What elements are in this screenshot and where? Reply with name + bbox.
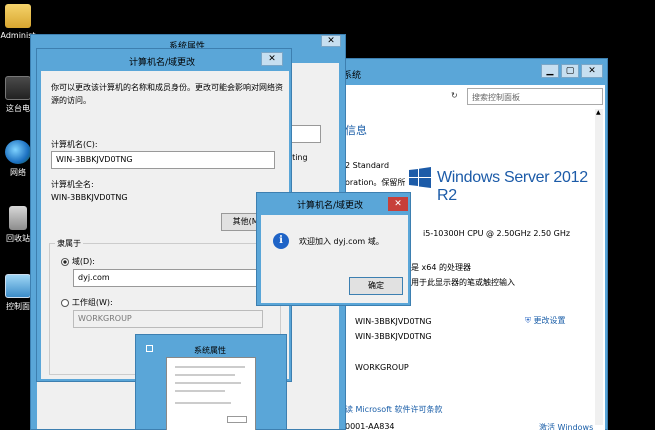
windows-edition: 2 Standard xyxy=(345,161,390,170)
radio-unselected-icon xyxy=(61,298,69,307)
domain-input[interactable]: dyj.com xyxy=(73,269,273,287)
workgroup-value: WORKGROUP xyxy=(355,363,409,372)
copyright-text: oration。保留所 xyxy=(345,178,406,187)
computer-name-dialog-content: 你可以更改该计算机的名称和成员身份。更改可能会影响对网络资源的访问。 计算机名(… xyxy=(41,71,289,379)
thumbnail-line xyxy=(175,366,245,368)
domain-value: dyj.com xyxy=(78,273,110,282)
close-button[interactable]: ✕ xyxy=(261,52,283,66)
workgroup-label: 工作组(W): xyxy=(71,298,113,307)
processor-value: i5-10300H CPU @ 2.50GHz 2.50 GHz xyxy=(423,229,571,238)
change-settings-label: 更改设置 xyxy=(533,316,566,325)
thumbnail-line xyxy=(175,374,235,376)
full-name-label: 计算机全名: xyxy=(51,180,94,189)
member-of-label: 隶属于 xyxy=(55,238,83,249)
info-icon: i xyxy=(273,233,289,249)
computer-icon xyxy=(5,76,31,100)
scroll-up-icon[interactable]: ▲ xyxy=(596,109,601,116)
computer-name-value: WIN-3BBKJVD0TNG xyxy=(56,155,133,164)
thumbnail-line xyxy=(175,402,231,404)
full-name-value: WIN-3BBKJVD0TNG xyxy=(51,193,128,202)
thumbnail-line xyxy=(175,382,241,384)
window-app-icon xyxy=(146,345,153,352)
thumbnail-title: 系统属性 xyxy=(194,346,226,355)
computer-name-label: 计算机名(C): xyxy=(51,140,98,149)
control-panel-icon xyxy=(5,274,31,298)
workgroup-radio[interactable]: 工作组(W): xyxy=(61,297,113,308)
close-icon: ✕ xyxy=(588,66,596,76)
computer-name-value: WIN-3BBKJVD0TNG xyxy=(355,317,432,326)
close-button[interactable]: ✕ xyxy=(388,197,408,211)
thumbnail-line xyxy=(175,390,225,392)
system-type-value: 是 x64 的处理器 xyxy=(411,263,471,272)
activate-windows-link[interactable]: 激活 Windows xyxy=(539,422,593,430)
search-placeholder: 搜索控制面板 xyxy=(472,93,520,102)
close-button[interactable]: ✕ xyxy=(581,64,603,78)
thumbnail-snapshot xyxy=(166,357,256,430)
refresh-icon[interactable]: ↻ xyxy=(451,91,458,100)
close-icon: ✕ xyxy=(327,36,335,46)
workgroup-value: WORKGROUP xyxy=(78,314,132,323)
scrollbar[interactable]: ▲ xyxy=(595,109,603,425)
dialog-title: 计算机名/域更改 xyxy=(129,58,196,68)
ok-button[interactable]: 确定 xyxy=(349,277,403,295)
close-button[interactable]: ✕ xyxy=(321,35,341,47)
section-heading: 信息 xyxy=(345,124,367,137)
computer-name-input[interactable]: WIN-3BBKJVD0TNG xyxy=(51,151,275,169)
network-icon xyxy=(5,140,31,164)
minimize-button[interactable]: ▁ xyxy=(541,64,559,78)
workgroup-input[interactable]: WORKGROUP xyxy=(73,310,263,328)
computer-name-dialog: 计算机名/域更改 ✕ 你可以更改该计算机的名称和成员身份。更改可能会影响对网络资… xyxy=(36,48,292,382)
full-name-value: WIN-3BBKJVD0TNG xyxy=(355,332,432,341)
pen-touch-value: 用于此显示器的笔或触控输入 xyxy=(411,278,515,287)
license-terms-link[interactable]: 读 Microsoft 软件许可条款 xyxy=(345,404,443,415)
windows-server-logo: Windows Server 2012 R2 xyxy=(409,167,609,204)
radio-selected-icon xyxy=(61,257,69,266)
domain-radio[interactable]: 域(D): xyxy=(61,256,95,267)
dialog-title: 计算机名/域更改 xyxy=(297,201,364,211)
intro-text: 你可以更改该计算机的名称和成员身份。更改可能会影响对网络资源的访问。 xyxy=(51,83,283,105)
welcome-message: 欢迎加入 dyj.com 域。 xyxy=(299,237,384,246)
close-icon: ✕ xyxy=(394,199,402,209)
change-settings-link[interactable]: ⛨ 更改设置 xyxy=(525,315,566,326)
thumbnail-button xyxy=(227,416,247,423)
welcome-message-box: 计算机名/域更改 ✕ i 欢迎加入 dyj.com 域。 确定 xyxy=(256,192,411,306)
windows-logo-icon xyxy=(409,167,431,188)
shield-icon: ⛨ xyxy=(525,316,531,325)
folder-icon xyxy=(5,4,31,28)
window-thumbnail-preview[interactable]: 系统属性 xyxy=(135,334,287,430)
close-icon: ✕ xyxy=(268,54,276,64)
search-input[interactable]: 搜索控制面板 xyxy=(467,88,603,105)
maximize-icon: ▢ xyxy=(565,66,575,76)
recycle-bin-icon xyxy=(9,206,27,230)
minimize-icon: ▁ xyxy=(546,66,554,76)
maximize-button[interactable]: ▢ xyxy=(561,64,579,78)
domain-label: 域(D): xyxy=(71,257,95,266)
logo-text: Windows Server 2012 R2 xyxy=(437,169,588,204)
message-box-content: i 欢迎加入 dyj.com 域。 确定 xyxy=(261,215,408,303)
product-id-value: 0001-AA834 xyxy=(345,422,395,430)
